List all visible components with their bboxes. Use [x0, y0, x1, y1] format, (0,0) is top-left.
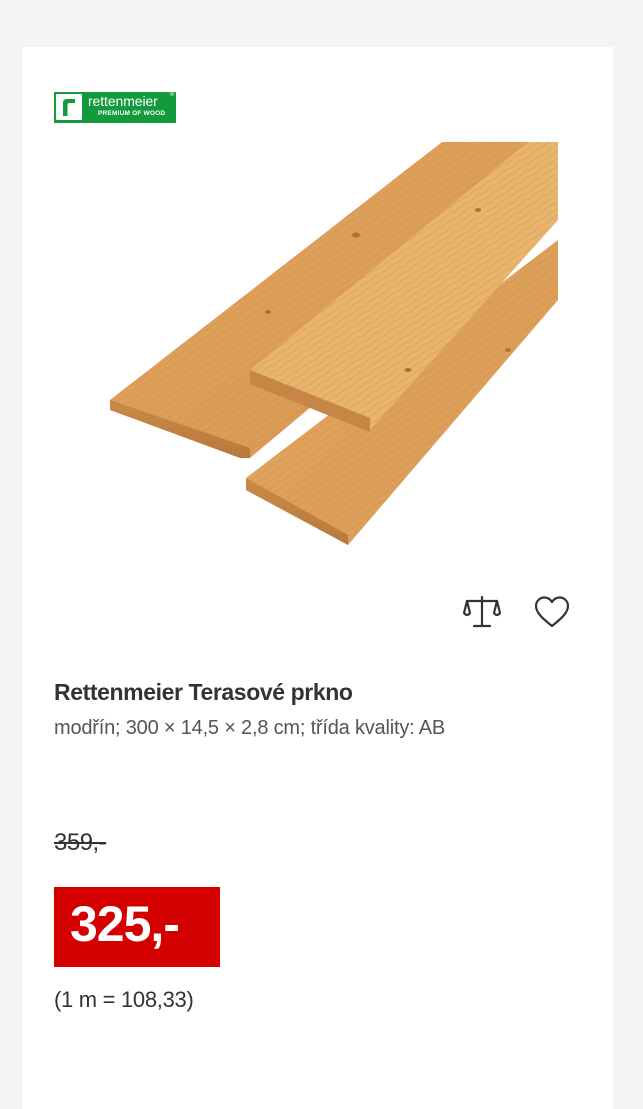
current-price: 325,-: [70, 896, 180, 952]
current-price-badge: 325,-: [54, 887, 220, 967]
unit-price: (1 m = 108,33): [54, 987, 194, 1012]
compare-scale-icon[interactable]: [462, 592, 502, 632]
brand-logo-registered: ®: [169, 92, 174, 98]
product-subtitle: modřín; 300 × 14,5 × 2,8 cm; třída kvali…: [54, 717, 446, 739]
heart-icon[interactable]: [532, 592, 572, 632]
brand-logo-wordmark: rettenmeier: [88, 93, 158, 109]
old-price: 359,-: [54, 829, 107, 856]
brand-logo-tagline: PREMIUM OF WOOD: [98, 110, 166, 117]
brand-logo-r-mark: [56, 94, 82, 120]
product-title[interactable]: Rettenmeier Terasové prkno: [54, 679, 353, 706]
product-card[interactable]: rettenmeier ® PREMIUM OF WOOD Rettenmeie…: [22, 47, 613, 1109]
product-image[interactable]: [108, 140, 558, 552]
brand-logo: rettenmeier ® PREMIUM OF WOOD: [54, 92, 176, 123]
